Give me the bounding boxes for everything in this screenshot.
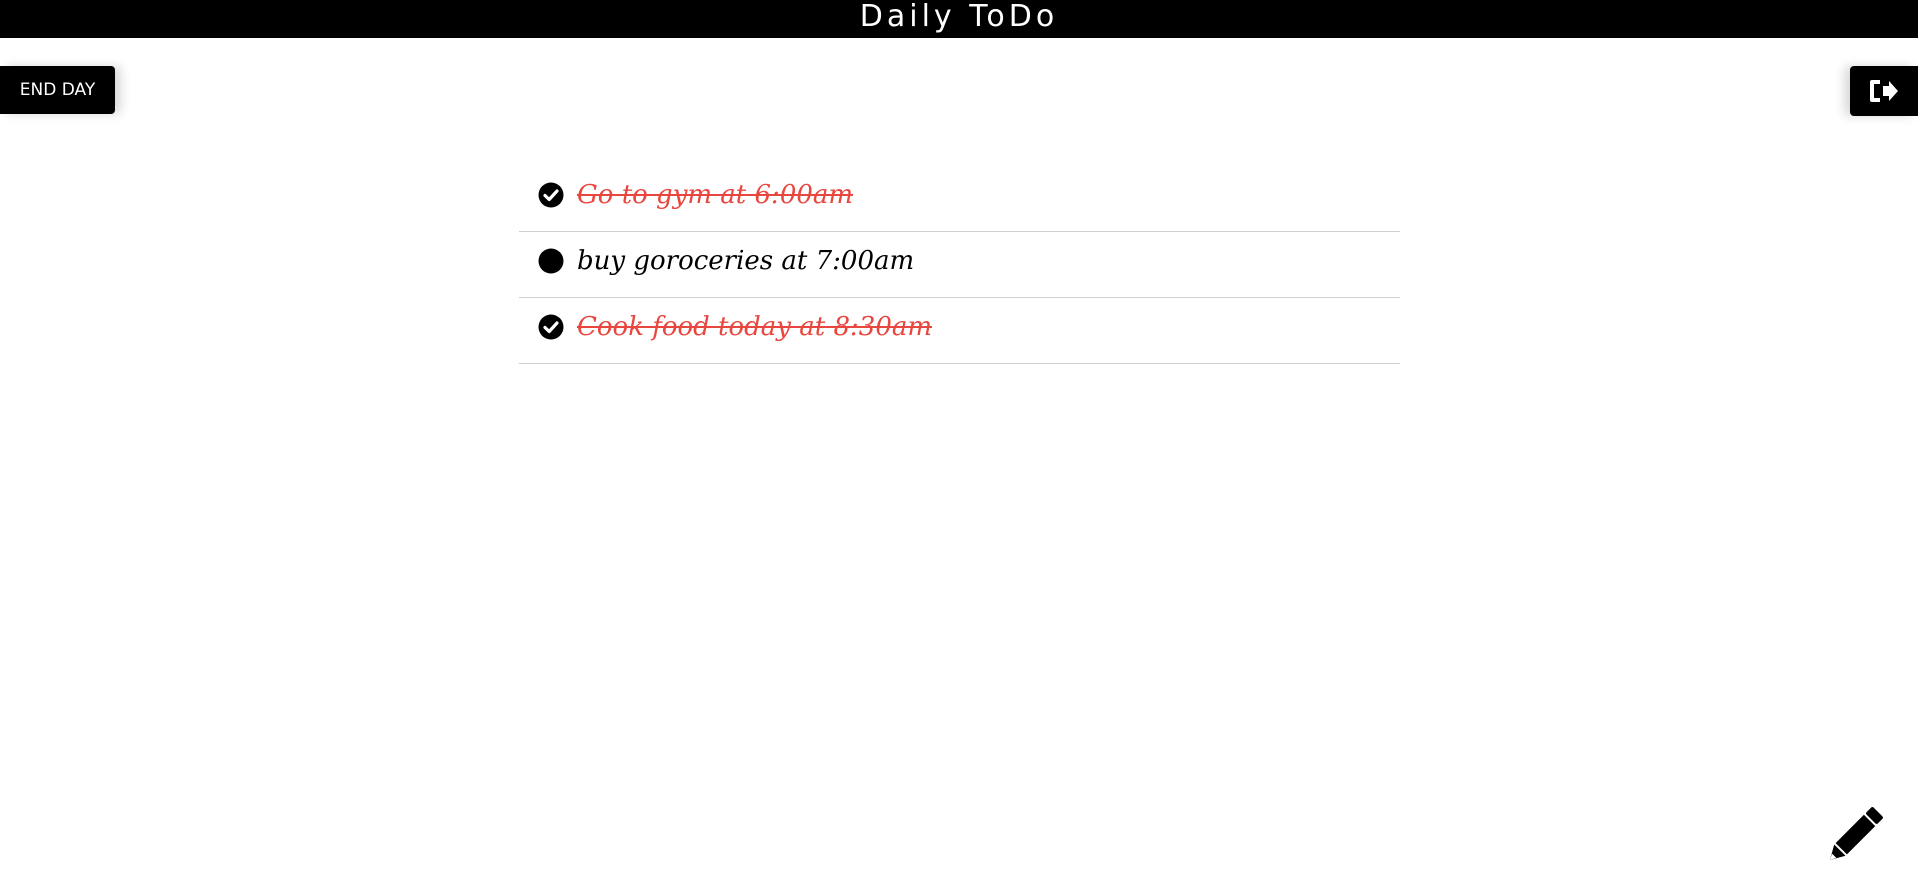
check-circle-icon[interactable] <box>538 314 564 340</box>
todo-item[interactable]: Go to gym at 6:00am <box>519 166 1400 232</box>
end-day-button[interactable]: END DAY <box>0 66 115 114</box>
app-header: Daily ToDo <box>0 0 1918 38</box>
page: Daily ToDo END DAY Go to gym at 6:00am b… <box>0 0 1918 893</box>
todo-item[interactable]: Cook food today at 8:30am <box>519 298 1400 364</box>
todo-text: buy goroceries at 7:00am <box>577 246 915 276</box>
todo-item[interactable]: buy goroceries at 7:00am <box>519 232 1400 298</box>
sign-out-icon <box>1870 80 1898 102</box>
circle-icon[interactable] <box>538 248 564 274</box>
logout-button[interactable] <box>1850 66 1918 116</box>
app-title: Daily ToDo <box>859 0 1059 34</box>
todo-text: Go to gym at 6:00am <box>577 180 854 210</box>
pencil-icon <box>1829 807 1883 861</box>
edit-button[interactable] <box>1818 800 1890 872</box>
todo-text: Cook food today at 8:30am <box>577 312 933 342</box>
check-circle-icon[interactable] <box>538 182 564 208</box>
todo-list: Go to gym at 6:00am buy goroceries at 7:… <box>519 166 1400 364</box>
